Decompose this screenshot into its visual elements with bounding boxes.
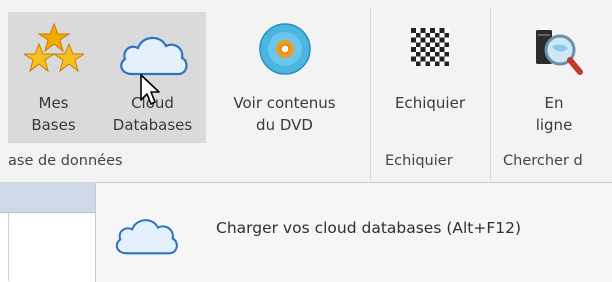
stars-icon xyxy=(23,22,84,73)
ribbon-separator xyxy=(490,8,491,180)
dvd-icon xyxy=(258,23,311,75)
voir-contenus-dvd-button[interactable]: Voir contenus du DVD xyxy=(207,12,362,143)
voir-contenus-label-line2: du DVD xyxy=(256,116,313,134)
mouse-cursor-icon xyxy=(140,74,160,105)
document-area xyxy=(0,182,95,281)
divider xyxy=(8,212,9,281)
chessboard-icon xyxy=(411,28,449,66)
group-label-echiquier: Echiquier xyxy=(385,153,453,169)
mes-bases-label-line1: Mes xyxy=(38,94,69,112)
mes-bases-label-line2: Bases xyxy=(31,116,76,134)
document-tab-strip xyxy=(0,182,95,213)
load-cloud-databases-label: Charger vos cloud databases (Alt+F12) xyxy=(216,219,522,237)
ribbon-separator xyxy=(370,8,371,180)
echiquier-button[interactable]: Echiquier xyxy=(374,12,486,143)
cloud-databases-label-line2: Databases xyxy=(112,116,193,134)
en-ligne-label-line1: En xyxy=(544,94,564,112)
cloud-icon xyxy=(119,36,188,76)
mes-bases-button[interactable]: Mes Bases xyxy=(8,12,99,143)
cloud-icon xyxy=(115,219,178,255)
cloud-databases-dropdown: Charger vos cloud databases (Alt+F12) xyxy=(95,182,612,282)
echiquier-label: Echiquier xyxy=(395,94,465,112)
ribbon-toolbar: Mes Bases Cloud Databases Voir contenus … xyxy=(0,0,612,183)
en-ligne-button[interactable]: En ligne xyxy=(496,12,612,143)
en-ligne-label-line2: ligne xyxy=(535,116,573,134)
group-label-bases: ase de données xyxy=(8,153,123,169)
load-cloud-databases-menu-item[interactable]: Charger vos cloud databases (Alt+F12) xyxy=(110,201,610,265)
group-label-chercher: Chercher d xyxy=(503,153,583,169)
search-online-icon xyxy=(536,30,583,75)
voir-contenus-label-line1: Voir contenus xyxy=(233,94,336,112)
